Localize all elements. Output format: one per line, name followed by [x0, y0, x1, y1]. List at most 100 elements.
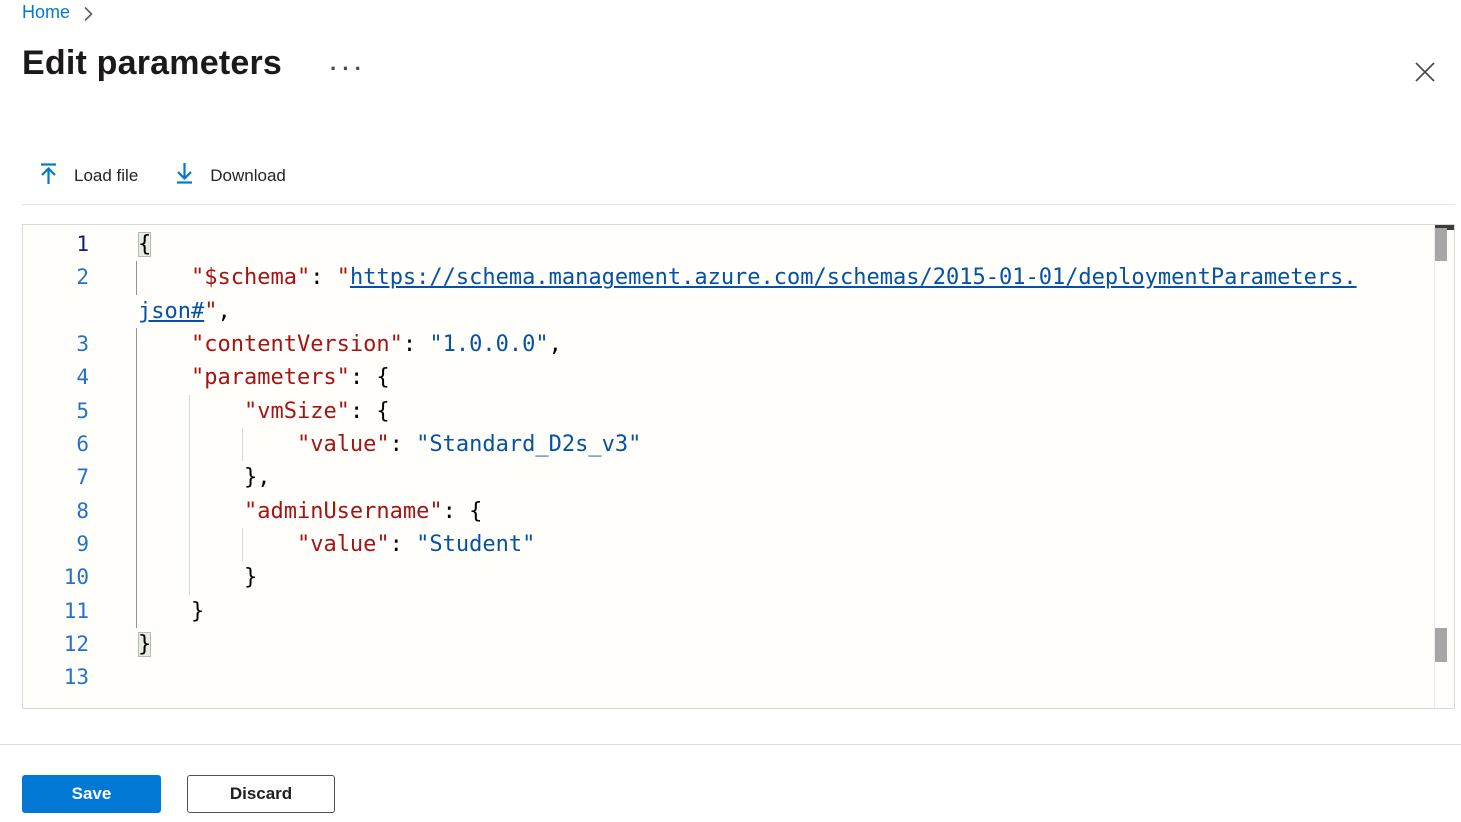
- schema-url-link[interactable]: json#: [138, 299, 204, 324]
- close-icon: [1413, 60, 1437, 84]
- code-text: "vmSize": {: [138, 395, 390, 428]
- code-line[interactable]: 3 "contentVersion": "1.0.0.0",: [23, 328, 1434, 361]
- line-number[interactable]: 8: [23, 495, 89, 528]
- code-segment: },: [138, 465, 270, 490]
- chevron-right-icon: [84, 6, 93, 22]
- code-line[interactable]: 8 "adminUsername": {: [23, 495, 1434, 528]
- code-line[interactable]: 10 }: [23, 561, 1434, 594]
- upload-icon: [38, 162, 59, 190]
- breadcrumb: Home: [22, 2, 93, 23]
- line-number[interactable]: 13: [23, 661, 89, 694]
- code-segment: "Student": [416, 532, 535, 557]
- code-line[interactable]: 2 "$schema": "https://schema.management.…: [23, 261, 1434, 294]
- code-line[interactable]: 5 "vmSize": {: [23, 395, 1434, 428]
- download-icon: [174, 162, 195, 190]
- indent-guide: [189, 561, 190, 594]
- load-file-button[interactable]: Load file: [38, 162, 138, 190]
- code-line[interactable]: 11 }: [23, 595, 1434, 628]
- line-number[interactable]: 6: [23, 428, 89, 461]
- code-text: "parameters": {: [138, 361, 390, 394]
- save-button[interactable]: Save: [22, 775, 161, 813]
- code-segment: [138, 499, 244, 524]
- overview-ruler-mark: [1435, 628, 1447, 661]
- code-line[interactable]: 13: [23, 661, 1434, 694]
- code-segment: :: [310, 265, 337, 290]
- code-segment: ": [337, 265, 350, 290]
- json-editor[interactable]: 1{2 "$schema": "https://schema.managemen…: [22, 224, 1455, 709]
- more-options-button[interactable]: ···: [330, 64, 367, 74]
- code-text: }: [138, 561, 257, 594]
- code-line[interactable]: 9 "value": "Student": [23, 528, 1434, 561]
- indent-guide: [189, 395, 190, 428]
- code-segment: "value": [297, 532, 390, 557]
- line-number[interactable]: 7: [23, 461, 89, 494]
- code-line[interactable]: 4 "parameters": {: [23, 361, 1434, 394]
- download-label: Download: [210, 166, 286, 186]
- indent-guide: [136, 428, 137, 461]
- load-file-label: Load file: [74, 166, 138, 186]
- code-segment: [138, 365, 191, 390]
- code-segment: "adminUsername": [244, 499, 443, 524]
- schema-url-link[interactable]: https://schema.management.azure.com/sche…: [350, 265, 1357, 290]
- line-number[interactable]: 2: [23, 261, 89, 294]
- code-segment: :: [390, 432, 417, 457]
- line-number[interactable]: 11: [23, 595, 89, 628]
- code-line[interactable]: json#",: [23, 295, 1434, 328]
- line-number[interactable]: 10: [23, 561, 89, 594]
- code-segment: : {: [350, 365, 390, 390]
- code-segment: ,: [549, 332, 562, 357]
- code-segment: [138, 332, 191, 357]
- code-line[interactable]: 12}: [23, 628, 1434, 661]
- code-text: "adminUsername": {: [138, 495, 482, 528]
- line-number[interactable]: 5: [23, 395, 89, 428]
- indent-guide: [189, 428, 190, 461]
- code-segment: [138, 399, 244, 424]
- header: Edit parameters ···: [22, 44, 367, 83]
- code-segment: ": [204, 299, 217, 324]
- code-segment: }: [138, 599, 204, 624]
- code-segment: }: [138, 632, 151, 657]
- indent-guide: [136, 495, 137, 528]
- line-number[interactable]: [23, 295, 89, 328]
- indent-guide: [136, 261, 137, 294]
- code-segment: "value": [297, 432, 390, 457]
- toolbar-divider: [22, 204, 1455, 205]
- indent-guide: [136, 328, 137, 361]
- edit-parameters-page: Home Edit parameters ··· Load file: [0, 0, 1461, 822]
- discard-button[interactable]: Discard: [187, 775, 335, 813]
- code-segment: }: [138, 565, 257, 590]
- code-segment: [138, 432, 297, 457]
- code-text: "value": "Student": [138, 528, 535, 561]
- page-title: Edit parameters: [22, 44, 282, 83]
- code-segment: :: [390, 532, 417, 557]
- line-number[interactable]: 12: [23, 628, 89, 661]
- indent-guide: [189, 461, 190, 494]
- code-text: }: [138, 628, 151, 661]
- code-text: },: [138, 461, 270, 494]
- line-number[interactable]: 9: [23, 528, 89, 561]
- code-segment: "vmSize": [244, 399, 350, 424]
- download-button[interactable]: Download: [174, 162, 286, 190]
- indent-guide: [136, 595, 137, 628]
- editor-scrollbar[interactable]: [1434, 225, 1454, 708]
- code-line[interactable]: 6 "value": "Standard_D2s_v3": [23, 428, 1434, 461]
- footer-divider: [0, 744, 1461, 745]
- code-segment: : {: [350, 399, 390, 424]
- indent-guide: [136, 561, 137, 594]
- close-button[interactable]: [1411, 58, 1439, 86]
- code-rows: 1{2 "$schema": "https://schema.managemen…: [23, 225, 1434, 708]
- code-segment: [138, 532, 297, 557]
- indent-guide: [136, 395, 137, 428]
- indent-guide: [242, 528, 243, 561]
- code-text: {: [138, 228, 151, 261]
- code-line[interactable]: 1{: [23, 228, 1434, 261]
- code-segment: "contentVersion": [191, 332, 403, 357]
- breadcrumb-home-link[interactable]: Home: [22, 2, 70, 23]
- code-line[interactable]: 7 },: [23, 461, 1434, 494]
- indent-guide: [189, 495, 190, 528]
- line-number[interactable]: 4: [23, 361, 89, 394]
- line-number[interactable]: 1: [23, 228, 89, 261]
- code-segment: [138, 265, 191, 290]
- line-number[interactable]: 3: [23, 328, 89, 361]
- indent-guide: [136, 528, 137, 561]
